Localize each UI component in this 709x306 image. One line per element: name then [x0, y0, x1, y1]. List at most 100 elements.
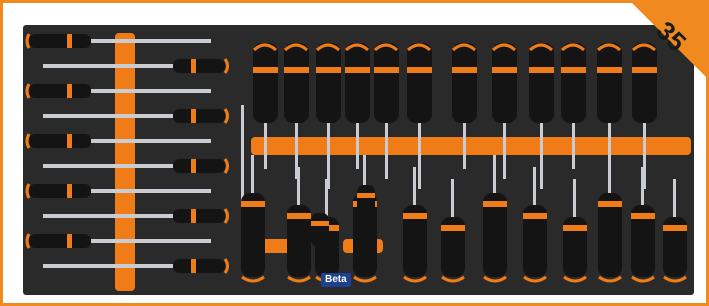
handle-cap	[523, 275, 547, 283]
screwdriver-handle	[29, 34, 91, 48]
screwdriver-shaft	[608, 155, 611, 195]
handle-cap	[25, 33, 31, 49]
screwdriver-shaft	[43, 214, 173, 218]
handle-ring	[523, 213, 547, 219]
screwdriver-handle	[29, 84, 91, 98]
handle-ring	[191, 209, 196, 223]
screwdriver-shaft	[43, 264, 173, 268]
handle-ring	[529, 67, 554, 73]
handle-cap	[663, 275, 687, 283]
screwdriver-shaft	[573, 179, 576, 219]
handle-cap	[563, 275, 587, 283]
screwdriver-shaft	[493, 155, 496, 195]
screwdriver-shaft	[673, 179, 676, 219]
screwdriver-handle	[29, 234, 91, 248]
screwdriver-shaft	[91, 139, 211, 143]
handle-ring	[191, 109, 196, 123]
handle-ring	[492, 67, 517, 73]
handle-ring	[284, 67, 309, 73]
handle-ring	[441, 225, 465, 231]
screwdriver-handle	[529, 43, 554, 123]
stubby-screwdriver	[357, 185, 375, 219]
screwdriver-shaft	[503, 121, 506, 179]
handle-cap	[25, 83, 31, 99]
handle-ring	[67, 184, 72, 198]
handle-ring	[374, 67, 399, 73]
screwdriver-shaft	[463, 121, 466, 169]
handle-cap	[631, 275, 655, 283]
screwdriver-shaft	[91, 39, 211, 43]
screwdriver-shaft	[572, 121, 575, 169]
screwdriver-handle	[345, 43, 370, 123]
screwdriver-handle	[29, 184, 91, 198]
handle-ring	[452, 67, 477, 73]
product-frame: Beta 35	[0, 0, 709, 306]
handle-ring	[287, 213, 311, 219]
screwdriver-shaft	[264, 121, 267, 169]
tool-tray-illustration	[25, 33, 691, 291]
handle-cap	[598, 275, 622, 283]
handle-cap	[25, 183, 31, 199]
handle-ring	[407, 67, 432, 73]
handle-ring	[345, 67, 370, 73]
screwdriver-handle	[173, 109, 225, 123]
screwdriver-handle	[492, 43, 517, 123]
screwdriver-shaft	[297, 167, 300, 207]
handle-ring	[311, 221, 329, 226]
screwdriver-shaft	[540, 121, 543, 189]
right-orange-rail	[251, 137, 691, 155]
handle-cap	[353, 275, 377, 283]
screwdriver-shaft	[325, 179, 328, 219]
screwdriver-shaft	[641, 167, 644, 207]
handle-cap	[241, 275, 265, 283]
handle-ring	[403, 213, 427, 219]
handle-ring	[563, 225, 587, 231]
handle-cap	[441, 275, 465, 283]
screwdriver-shaft	[251, 155, 254, 195]
handle-ring	[67, 84, 72, 98]
left-orange-rail	[115, 33, 135, 291]
screwdriver-handle	[316, 43, 341, 123]
handle-ring	[191, 259, 196, 273]
screwdriver-handle	[173, 209, 225, 223]
brand-logo: Beta	[321, 273, 351, 287]
handle-cap	[25, 133, 31, 149]
foam-tool-tray	[23, 25, 694, 295]
screwdriver-shaft	[327, 121, 330, 189]
screwdriver-shaft	[91, 239, 211, 243]
screwdriver-shaft	[356, 121, 359, 169]
screwdriver-handle	[173, 259, 225, 273]
handle-ring	[357, 193, 375, 198]
screwdriver-shaft	[418, 121, 421, 189]
handle-ring	[561, 67, 586, 73]
handle-cap	[223, 158, 229, 174]
screwdriver-shaft	[43, 114, 173, 118]
screwdriver-handle	[407, 43, 432, 123]
screwdriver-shaft	[91, 89, 211, 93]
screwdriver-shaft	[533, 167, 536, 207]
handle-ring	[67, 134, 72, 148]
handle-ring	[598, 201, 622, 207]
handle-ring	[191, 159, 196, 173]
handle-cap	[223, 208, 229, 224]
handle-ring	[67, 234, 72, 248]
handle-cap	[223, 108, 229, 124]
handle-ring	[483, 201, 507, 207]
screwdriver-shaft	[451, 179, 454, 219]
handle-cap	[223, 58, 229, 74]
handle-cap	[403, 275, 427, 283]
screwdriver-handle	[173, 59, 225, 73]
screwdriver-handle	[374, 43, 399, 123]
handle-ring	[316, 67, 341, 73]
handle-cap	[25, 233, 31, 249]
screwdriver-handle	[173, 159, 225, 173]
screwdriver-handle	[452, 43, 477, 123]
screwdriver-shaft	[43, 164, 173, 168]
handle-ring	[191, 59, 196, 73]
handle-ring	[67, 34, 72, 48]
screwdriver-handle	[29, 134, 91, 148]
stubby-screwdriver	[311, 213, 329, 247]
screwdriver-handle	[284, 43, 309, 123]
screwdriver-shaft	[43, 64, 173, 68]
handle-ring	[631, 213, 655, 219]
